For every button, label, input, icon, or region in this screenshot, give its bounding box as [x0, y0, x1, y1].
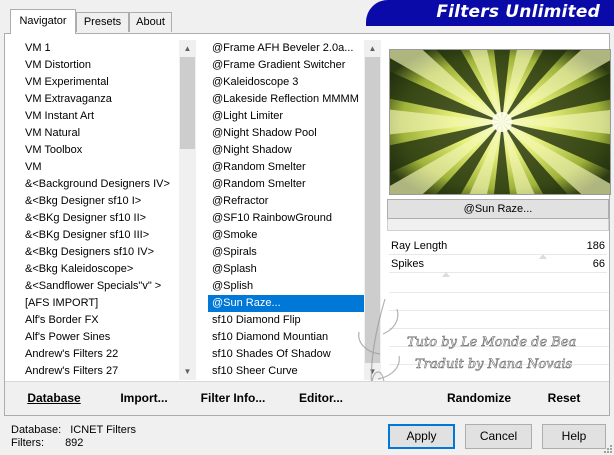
category-item[interactable]: VM: [21, 159, 179, 176]
watermark-line1: Tuto by Le Monde de Bea: [407, 335, 576, 350]
brand-title: Filters Unlimited: [436, 2, 600, 22]
category-item[interactable]: Alf's Border FX: [21, 312, 179, 329]
scroll-down-icon[interactable]: ▼: [179, 363, 196, 380]
category-item[interactable]: &<Background Designers IV>: [21, 176, 179, 193]
filter-item[interactable]: @Frame AFH Beveler 2.0a...: [208, 40, 364, 57]
watermark-line2: Traduit by Nana Novais: [415, 357, 572, 372]
param-slider[interactable]: [389, 272, 607, 273]
filter-item[interactable]: @Kaleidoscope 3: [208, 74, 364, 91]
category-item[interactable]: &<Bkg Designer sf10 I>: [21, 193, 179, 210]
category-item[interactable]: &<Sandflower Specials"v" >: [21, 278, 179, 295]
tab-about[interactable]: About: [129, 12, 172, 32]
import-button[interactable]: Import...: [115, 391, 173, 405]
category-item[interactable]: VM Experimental: [21, 74, 179, 91]
category-scrollbar[interactable]: ▲ ▼: [179, 40, 196, 380]
filter-item[interactable]: @Random Smelter: [208, 176, 364, 193]
tab-presets[interactable]: Presets: [76, 12, 129, 32]
database-info-label: Database:: [11, 424, 62, 436]
slider-thumb-icon[interactable]: [442, 272, 450, 277]
filter-item[interactable]: @Splash: [208, 261, 364, 278]
editor-button[interactable]: Editor...: [293, 391, 349, 405]
filter-item[interactable]: sf10 Diamond Mountian: [208, 329, 364, 346]
category-item[interactable]: Andrew's Filters 27: [21, 363, 179, 380]
category-item[interactable]: VM 1: [21, 40, 179, 57]
param-spikes[interactable]: Spikes 66: [389, 256, 607, 277]
filter-item[interactable]: @Light Limiter: [208, 108, 364, 125]
filter-item[interactable]: sf10 Diamond Flip: [208, 312, 364, 329]
category-item[interactable]: &<Bkg Designers sf10 IV>: [21, 244, 179, 261]
param-label: Spikes: [391, 258, 425, 270]
filter-item[interactable]: @Random Smelter: [208, 159, 364, 176]
filter-item[interactable]: @Sun Raze...: [208, 295, 364, 312]
filter-item[interactable]: @Smoke: [208, 227, 364, 244]
category-item[interactable]: Alf's Power Sines: [21, 329, 179, 346]
import-label: Import...: [120, 391, 168, 405]
category-item[interactable]: VM Extravaganza: [21, 91, 179, 108]
sun-raze-preview-image: [390, 50, 610, 194]
current-filter-button[interactable]: @Sun Raze...: [387, 199, 609, 219]
category-item[interactable]: &<BKg Designer sf10 II>: [21, 210, 179, 227]
param-header-bar: [387, 219, 609, 231]
filter-item[interactable]: @Refractor: [208, 193, 364, 210]
filter-item[interactable]: @Frame Gradient Switcher: [208, 57, 364, 74]
category-item[interactable]: &<BKg Designer sf10 III>: [21, 227, 179, 244]
resize-grip-icon[interactable]: [603, 444, 613, 454]
database-info-value: ICNET Filters: [70, 424, 137, 436]
param-ray-length[interactable]: Ray Length 186: [389, 238, 607, 259]
filter-item[interactable]: @Spirals: [208, 244, 364, 261]
category-item[interactable]: [AFS IMPORT]: [21, 295, 179, 312]
randomize-label: Randomize: [446, 391, 511, 405]
param-value: 66: [592, 258, 605, 270]
param-label: Ray Length: [391, 240, 448, 252]
filter-item[interactable]: @Splish: [208, 278, 364, 295]
database-info: Database: ICNET Filters: [11, 424, 136, 436]
brand-banner: Filters Unlimited: [366, 0, 614, 26]
category-scroll-thumb[interactable]: [180, 57, 195, 149]
filter-item[interactable]: @Night Shadow: [208, 142, 364, 159]
reset-button[interactable]: Reset: [539, 391, 589, 405]
filter-item[interactable]: @SF10 RainbowGround: [208, 210, 364, 227]
category-item[interactable]: VM Toolbox: [21, 142, 179, 159]
navigator-panel: VM 1 VM Distortion VM Experimental VM Extra…: [4, 33, 611, 416]
filter-info-button[interactable]: Filter Info...: [197, 391, 269, 405]
category-item[interactable]: VM Natural: [21, 125, 179, 142]
action-bar: Database Import... Filter Info... Editor…: [5, 381, 609, 415]
param-value: 186: [586, 240, 605, 252]
reset-label: Reset: [547, 391, 581, 405]
category-item[interactable]: VM Instant Art: [21, 108, 179, 125]
cancel-button[interactable]: Cancel: [465, 424, 532, 449]
tab-navigator[interactable]: Navigator: [10, 9, 76, 34]
filters-info-value: 892: [65, 437, 84, 449]
filters-info-label: Filters:: [11, 437, 44, 449]
scroll-up-icon[interactable]: ▲: [179, 40, 196, 57]
filter-item[interactable]: @Night Shadow Pool: [208, 125, 364, 142]
param-slider[interactable]: [389, 254, 607, 255]
editor-label: Editor...: [298, 391, 343, 405]
category-list[interactable]: VM 1 VM Distortion VM Experimental VM Extra…: [21, 40, 179, 380]
filter-preview[interactable]: [389, 49, 611, 195]
category-item[interactable]: &<Bkg Kaleidoscope>: [21, 261, 179, 278]
filter-list[interactable]: @Frame AFH Beveler 2.0a... @Frame Gradien…: [208, 40, 364, 380]
database-button[interactable]: Database: [21, 391, 87, 405]
help-button[interactable]: Help: [542, 424, 606, 449]
filters-info: Filters: 892: [11, 437, 83, 449]
filter-info-label: Filter Info...: [200, 391, 266, 405]
filter-item[interactable]: sf10 Sheer Curve: [208, 363, 364, 380]
category-item[interactable]: VM Distortion: [21, 57, 179, 74]
apply-button[interactable]: Apply: [388, 424, 455, 449]
database-label: Database: [27, 391, 81, 405]
scroll-up-icon[interactable]: ▲: [364, 40, 381, 57]
category-item[interactable]: Andrew's Filters 22: [21, 346, 179, 363]
randomize-button[interactable]: Randomize: [441, 391, 517, 405]
filter-item[interactable]: @Lakeside Reflection MMMM: [208, 91, 364, 108]
filter-item[interactable]: sf10 Shades Of Shadow: [208, 346, 364, 363]
